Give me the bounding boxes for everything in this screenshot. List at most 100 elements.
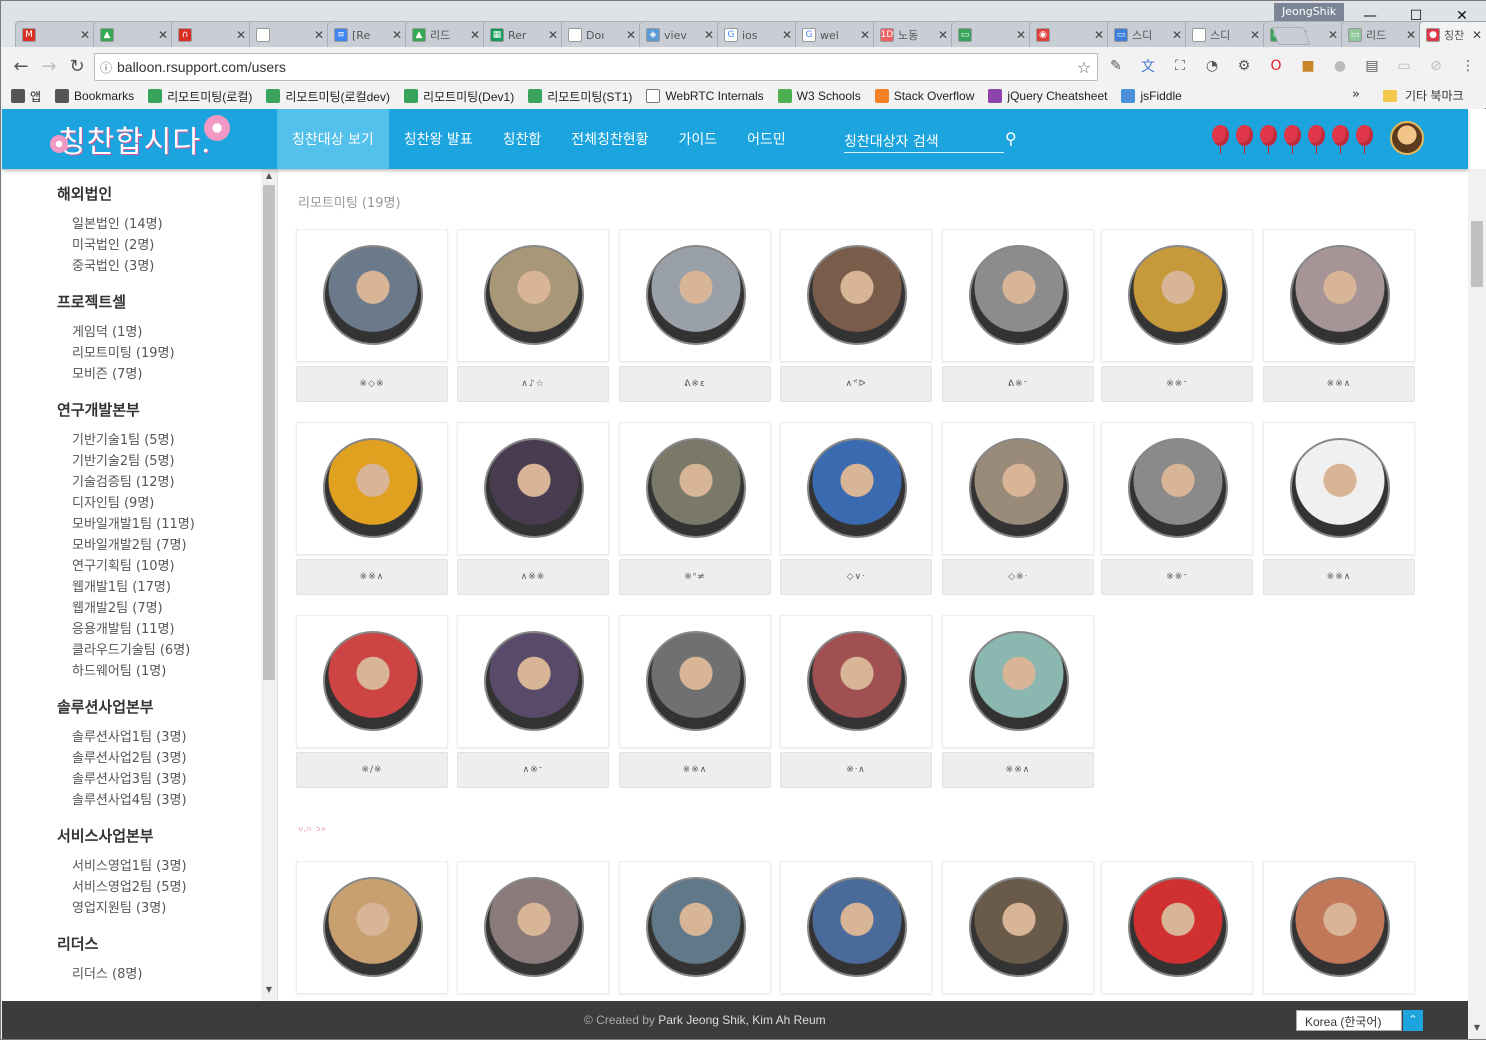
team-link[interactable]: 솔루션사업3팀 (3명): [72, 769, 277, 790]
browser-tab[interactable]: ▲ 리드 ✕: [405, 21, 487, 48]
team-link[interactable]: 일본법인 (14명): [72, 214, 277, 235]
browser-tab[interactable]: ● 칭찬 ✕: [1419, 21, 1486, 48]
team-link[interactable]: 솔루션사업1팀 (3명): [72, 727, 277, 748]
team-link[interactable]: 리더스 (8명): [72, 964, 277, 985]
window-ext-icon[interactable]: ▭: [1395, 57, 1413, 75]
user-name-button[interactable]: ※∕※: [296, 752, 448, 788]
user-name-button[interactable]: ※※∧: [942, 752, 1094, 788]
user-photo[interactable]: [484, 631, 584, 731]
user-card[interactable]: ∧※ᐨ: [457, 615, 609, 793]
browser-tab[interactable]: ∩ ✕: [171, 21, 253, 48]
user-photo[interactable]: [646, 245, 746, 345]
browser-tab[interactable]: Gios ✕: [717, 21, 799, 48]
browser-tab[interactable]: M ✕: [15, 21, 97, 48]
user-name-button[interactable]: ※※ᐨ: [1101, 366, 1253, 402]
user-avatar[interactable]: [1390, 121, 1424, 155]
capture-icon[interactable]: ⛶: [1171, 57, 1189, 75]
sync-icon[interactable]: ◔: [1203, 57, 1221, 75]
user-name-button[interactable]: ※※∧: [296, 559, 448, 595]
menu-item[interactable]: 전체칭찬현황: [556, 109, 663, 169]
bookmark-item[interactable]: Bookmarks: [55, 89, 134, 103]
user-name-button[interactable]: ※※∧: [1263, 559, 1415, 595]
team-link[interactable]: 솔루션사업2팀 (3명): [72, 748, 277, 769]
user-name-button[interactable]: ※※ᐨ: [1101, 559, 1253, 595]
bookmarks-overflow[interactable]: »: [1352, 87, 1360, 102]
site-logo[interactable]: 칭찬합시다.: [50, 115, 230, 161]
user-card[interactable]: ∧ᕝᐅ: [780, 229, 932, 407]
block-ext-icon[interactable]: ⊘: [1427, 57, 1445, 75]
team-link[interactable]: 모바일개발1팀 (11명): [72, 514, 277, 535]
user-card[interactable]: [942, 861, 1094, 1001]
url-text[interactable]: balloon.rsupport.com/users: [117, 59, 1071, 75]
team-link[interactable]: 중국법인 (3명): [72, 256, 277, 277]
bookmark-item[interactable]: 리모트미팅(Dev1): [403, 88, 514, 105]
user-photo[interactable]: [323, 877, 423, 977]
team-link[interactable]: 서비스영업1팀 (3명): [72, 856, 277, 877]
browser-tab[interactable]: Doı ✕: [561, 21, 643, 48]
user-card[interactable]: ◇※ᐧ: [942, 422, 1094, 600]
browser-tab[interactable]: ≡ [Re ✕: [327, 21, 409, 48]
profile-badge[interactable]: JeongShik: [1274, 3, 1345, 21]
page-scroll-thumb[interactable]: [1471, 221, 1483, 287]
user-photo[interactable]: [646, 631, 746, 731]
team-link[interactable]: 솔루션사업4팀 (3명): [72, 790, 277, 811]
user-name-button[interactable]: ∧※ᐨ: [457, 752, 609, 788]
bookmark-item[interactable]: W3 Schools: [777, 89, 861, 103]
sidebar-scroll-thumb[interactable]: [263, 185, 275, 680]
user-name-button[interactable]: ※ᐧ∧: [780, 752, 932, 788]
browser-tab[interactable]: ▦ Rer ✕: [483, 21, 565, 48]
user-photo[interactable]: [323, 245, 423, 345]
bookmark-item[interactable]: 앱: [11, 88, 41, 105]
user-photo[interactable]: [969, 877, 1069, 977]
user-name-button[interactable]: ◇∨ᐧ: [780, 559, 932, 595]
team-link[interactable]: 하드웨어팀 (1명): [72, 661, 277, 682]
user-card[interactable]: ※※∧: [619, 615, 771, 793]
tab-close-icon[interactable]: ✕: [1472, 28, 1482, 42]
user-card[interactable]: ※∕※: [296, 615, 448, 793]
circle-ext-icon[interactable]: ●: [1331, 57, 1349, 75]
user-photo[interactable]: [484, 245, 584, 345]
bookmark-item[interactable]: jQuery Cheatsheet: [988, 89, 1107, 103]
sidebar-scrollbar[interactable]: ▲ ▼: [261, 169, 277, 1001]
team-link[interactable]: 리모트미팅 (19명): [72, 343, 277, 364]
lock-ext-icon[interactable]: ■: [1299, 57, 1317, 75]
team-link[interactable]: 기술검증팀 (12명): [72, 472, 277, 493]
tab-close-icon[interactable]: ✕: [626, 28, 636, 42]
team-link[interactable]: 웹개발2팀 (7명): [72, 598, 277, 619]
user-card[interactable]: ※※∧: [1263, 229, 1415, 407]
user-name-button[interactable]: ᕕ※ᐨ: [942, 366, 1094, 402]
tab-close-icon[interactable]: ✕: [1094, 28, 1104, 42]
browser-tab[interactable]: ◈ viev ✕: [639, 21, 721, 48]
user-card[interactable]: [619, 861, 771, 1001]
user-card[interactable]: ※※∧: [296, 422, 448, 600]
user-card[interactable]: [457, 861, 609, 1001]
tab-close-icon[interactable]: ✕: [314, 28, 324, 42]
user-card[interactable]: ※※ᐨ: [1101, 229, 1253, 407]
tab-close-icon[interactable]: ✕: [1016, 28, 1026, 42]
user-photo[interactable]: [969, 631, 1069, 731]
tab-close-icon[interactable]: ✕: [1172, 28, 1182, 42]
bookmark-item[interactable]: jsFiddle: [1121, 89, 1182, 103]
user-name-button[interactable]: ∧ᕝᐅ: [780, 366, 932, 402]
team-link[interactable]: 모바일개발2팀 (7명): [72, 535, 277, 556]
user-card[interactable]: [1101, 861, 1253, 1001]
bookmark-item[interactable]: 리모트미팅(로컬dev): [266, 88, 390, 105]
chevron-up-icon[interactable]: ⌃: [1403, 1010, 1423, 1031]
user-card[interactable]: ※※∧: [1263, 422, 1415, 600]
user-card[interactable]: ※※∧: [942, 615, 1094, 793]
scroll-down-icon[interactable]: ▼: [261, 985, 277, 999]
search-icon[interactable]: ⚲: [1005, 129, 1017, 148]
menu-icon[interactable]: ⋮: [1459, 57, 1477, 75]
tab-close-icon[interactable]: ✕: [158, 28, 168, 42]
team-link[interactable]: 기반기술2팀 (5명): [72, 451, 277, 472]
tab-close-icon[interactable]: ✕: [392, 28, 402, 42]
tab-close-icon[interactable]: ✕: [470, 28, 480, 42]
team-link[interactable]: 서비스영업2팀 (5명): [72, 877, 277, 898]
team-link[interactable]: 미국법인 (2명): [72, 235, 277, 256]
user-photo[interactable]: [1290, 438, 1390, 538]
user-photo[interactable]: [646, 877, 746, 977]
browser-tab[interactable]: ▲ ✕: [93, 21, 175, 48]
tab-close-icon[interactable]: ✕: [782, 28, 792, 42]
browser-tab[interactable]: 스디 ✕: [1185, 21, 1267, 48]
browser-tab[interactable]: ◉ ✕: [1029, 21, 1111, 48]
